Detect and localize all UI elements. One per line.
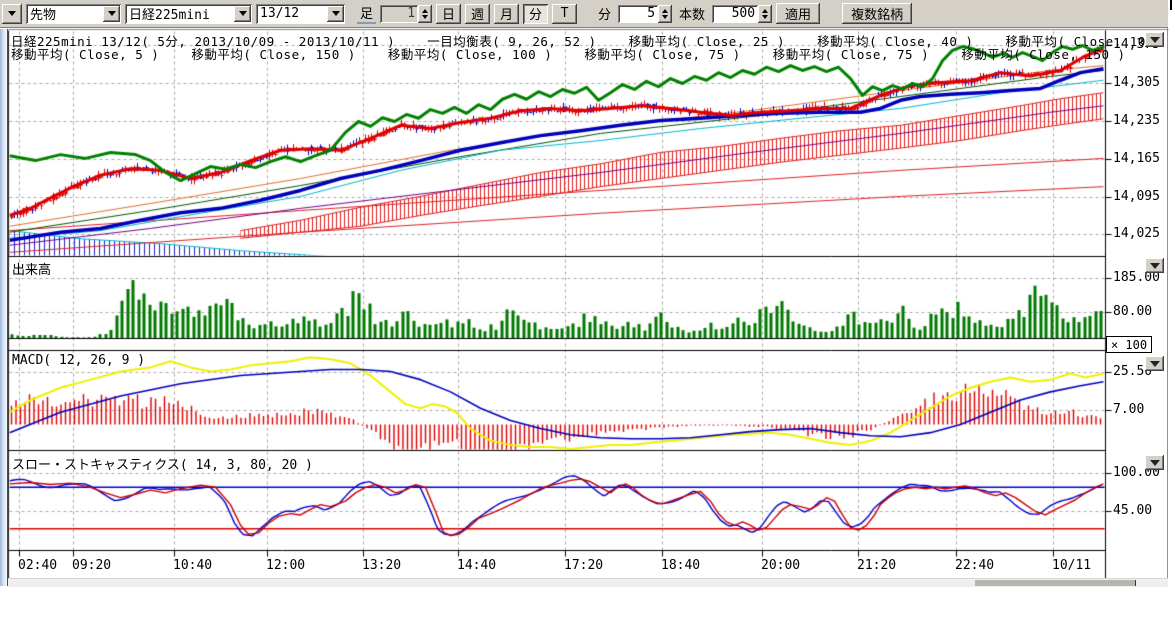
x-axis-label: 20:00 [761, 558, 800, 573]
volume-pane-label: 出来高 [12, 259, 51, 278]
x-axis-label: 14:40 [457, 558, 496, 573]
chevron-down-icon [1150, 37, 1160, 43]
symbol-combo[interactable]: 日経225mini [125, 4, 252, 24]
y-axis-label: 80.00 [1113, 304, 1152, 319]
y-axis-label: 14,025 [1113, 226, 1160, 241]
ashi-spinner: 1 [380, 5, 432, 23]
apply-button[interactable]: 適用 [776, 3, 820, 24]
spinner-arrows-icon[interactable] [658, 5, 672, 23]
spinner-arrows-icon[interactable] [418, 5, 432, 23]
chart-canvas[interactable] [0, 0, 1175, 640]
period-minute-button[interactable]: 分 [523, 4, 548, 24]
x-axis-label: 12:00 [266, 558, 305, 573]
instrument-type-combo[interactable]: 先物 [26, 4, 121, 24]
chevron-down-icon [1150, 361, 1160, 367]
symbol-value: 日経225mini [125, 4, 233, 23]
y-axis-label: 14,235 [1113, 113, 1160, 128]
x-axis-label: 02:40 [18, 558, 57, 573]
bars-label: 本数 [676, 4, 708, 23]
bars-spinner[interactable]: 500 [712, 5, 772, 23]
period-month-button[interactable]: 月 [494, 4, 519, 24]
spinner-arrows-icon[interactable] [758, 5, 772, 23]
main-pane-menu-button[interactable] [1145, 32, 1164, 47]
window-right-border [1167, 0, 1168, 586]
chevron-down-icon[interactable] [103, 6, 120, 22]
chevron-down-icon [1150, 263, 1160, 269]
y-axis-label: 45.00 [1113, 503, 1152, 518]
multi-symbol-button[interactable]: 複数銘柄 [842, 3, 912, 24]
period-tick-button[interactable]: T [552, 4, 577, 24]
instrument-type-value: 先物 [26, 4, 102, 23]
chart-application-window: 先物 日経225mini 13/12 足 1 日 週 月 分 T 分 5 本数 … [0, 0, 1175, 640]
x-axis-label: 10:40 [173, 558, 212, 573]
window-corner-mark [1170, 0, 1172, 10]
volume-multiplier-badge: × 100 [1106, 336, 1152, 353]
stoch-pane-menu-button[interactable] [1145, 455, 1164, 470]
volume-pane-menu-button[interactable] [1145, 258, 1164, 273]
chevron-down-icon[interactable] [327, 6, 344, 22]
period-week-button[interactable]: 週 [465, 4, 490, 24]
macd-pane-label: MACD( 12, 26, 9 ) [12, 353, 145, 368]
ashi-value: 1 [380, 5, 418, 23]
horizontal-scrollbar[interactable] [8, 578, 1168, 587]
chevron-down-icon [1150, 460, 1160, 466]
minute-label: 分 [595, 4, 614, 23]
y-axis-label: 14,095 [1113, 189, 1160, 204]
horizontal-scrollbar-thumb[interactable] [975, 580, 1136, 586]
x-axis-label: 09:20 [72, 558, 111, 573]
x-axis-label: 22:40 [955, 558, 994, 573]
y-axis-label: 14,165 [1113, 151, 1160, 166]
x-axis-label: 13:20 [362, 558, 401, 573]
x-axis-label: 10/11 [1052, 558, 1091, 573]
chart-header-line2: 移動平均( Close, 5 ) 移動平均( Close, 150 ) 移動平均… [11, 44, 1126, 63]
x-axis-label: 21:20 [857, 558, 896, 573]
toolbar: 先物 日経225mini 13/12 足 1 日 週 月 分 T 分 5 本数 … [0, 0, 1168, 28]
minute-value[interactable]: 5 [618, 5, 658, 23]
x-axis-label: 18:40 [661, 558, 700, 573]
contract-month-combo[interactable]: 13/12 [256, 4, 345, 24]
y-axis-label: 14,305 [1113, 75, 1160, 90]
stoch-pane-label: スロー・ストキャスティクス( 14, 3, 80, 20 ) [12, 454, 313, 473]
toolbar-drop-button[interactable] [2, 4, 22, 24]
contract-month-value: 13/12 [256, 6, 326, 21]
left-splitter[interactable] [0, 29, 8, 586]
ashi-label: 足 [357, 3, 376, 24]
chevron-down-icon [8, 11, 16, 16]
x-axis-label: 17:20 [564, 558, 603, 573]
macd-pane-menu-button[interactable] [1145, 356, 1164, 371]
minute-spinner[interactable]: 5 [618, 5, 672, 23]
period-day-button[interactable]: 日 [436, 4, 461, 24]
y-axis-label: 7.00 [1113, 402, 1144, 417]
bars-value[interactable]: 500 [712, 5, 758, 23]
chevron-down-icon[interactable] [234, 6, 251, 22]
